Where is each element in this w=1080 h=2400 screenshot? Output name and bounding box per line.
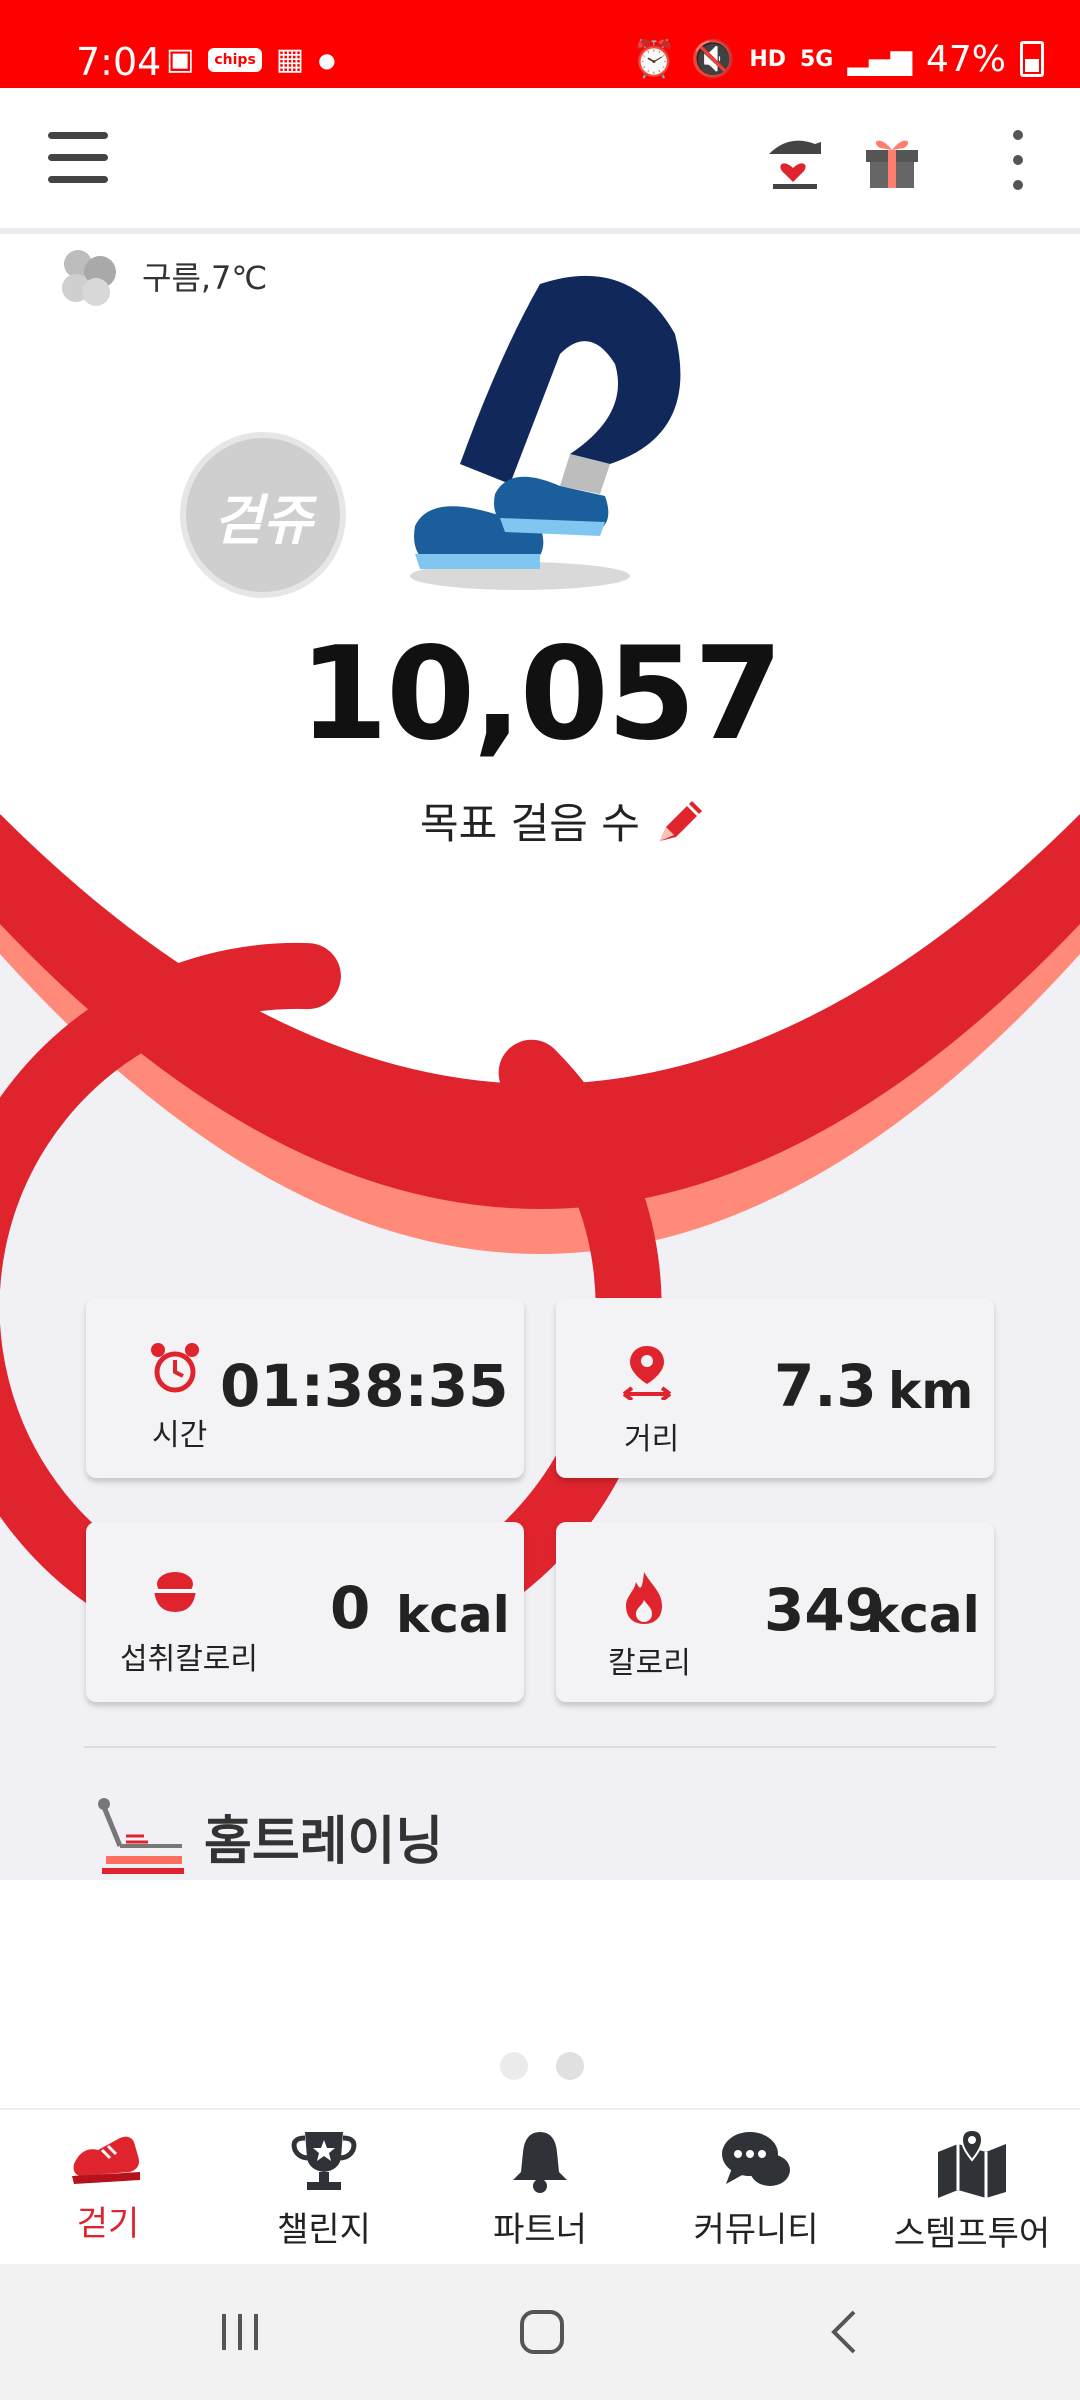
dot-icon: ● [318, 47, 336, 72]
signal-icon: ▂▄▆ [847, 42, 912, 76]
status-bar: 7:04 ▣ chips ▦ ● ⏰ 🔇 HD 5G ▂▄▆ 47% [0, 0, 1080, 88]
map-icon [938, 2128, 1006, 2198]
section-divider [84, 1746, 996, 1748]
burned-calories-card[interactable]: 칼로리 349 kcal [556, 1522, 994, 1702]
bell-icon [513, 2132, 567, 2193]
chat-icon [722, 2132, 790, 2186]
alarm-clock-icon [151, 1343, 199, 1393]
weather-label: 구름,7℃ [142, 259, 268, 297]
intake-calories-label: 섭취칼로리 [120, 1642, 258, 1677]
nav-stamp-tour-label: 스템프투어 [893, 2214, 1051, 2254]
trophy-icon [291, 2132, 357, 2190]
status-time: 7:04 [76, 40, 162, 84]
pencil-icon[interactable] [652, 793, 708, 849]
nav-challenge-label: 챌린지 [277, 2210, 371, 2250]
chips-app-icon: chips [208, 47, 262, 72]
intake-calories-unit: kcal [396, 1586, 510, 1644]
page-dot[interactable] [500, 2052, 528, 2080]
app-logo-badge: 걷쥬 [180, 432, 346, 598]
gallery-icon: ▣ [166, 42, 195, 77]
page-dot-active[interactable] [556, 2052, 584, 2080]
alarm-icon: ⏰ [631, 39, 677, 80]
treadmill-icon [98, 1798, 184, 1874]
burned-calories-unit: kcal [866, 1586, 980, 1644]
page-indicator [500, 2052, 584, 2080]
distance-value: 7.3 [774, 1352, 877, 1420]
battery-icon [1020, 41, 1044, 77]
recent-apps-icon[interactable] [200, 2300, 280, 2364]
distance-card[interactable]: 거리 7.3 km [556, 1298, 994, 1478]
hd-voice-icon: HD [749, 46, 786, 72]
step-count: 10,057 [299, 620, 783, 769]
nav-partner[interactable]: 파트너 [432, 2110, 648, 2266]
time-card[interactable]: 시간 01:38:35 [86, 1298, 524, 1478]
time-label: 시간 [152, 1418, 208, 1453]
goal-steps-label: 목표 걸음 수 [420, 799, 640, 848]
burned-calories-label: 칼로리 [608, 1646, 691, 1681]
nav-challenge[interactable]: 챌린지 [216, 2110, 432, 2266]
gift-icon[interactable] [850, 118, 934, 202]
time-value: 01:38:35 [220, 1352, 509, 1420]
battery-percent: 47% [925, 38, 1006, 80]
goal-steps[interactable]: 목표 걸음 수 [420, 790, 708, 851]
nav-walk[interactable]: 걷기 [0, 2110, 216, 2266]
distance-unit: km [888, 1362, 974, 1420]
intake-calories-card[interactable]: 섭취칼로리 0 kcal [86, 1522, 524, 1702]
bottom-navigation: 걷기 챌린지 파트너 커뮤니티 스템프투어 [0, 2108, 1080, 2266]
home-training-label: 홈트레이닝 [204, 1811, 444, 1872]
menu-icon[interactable] [48, 132, 108, 186]
network-5g-icon: 5G [800, 46, 834, 72]
nav-partner-label: 파트너 [493, 2210, 587, 2250]
donation-heart-icon[interactable] [752, 118, 836, 202]
nav-community-label: 커뮤니티 [693, 2210, 819, 2250]
nav-stamp-tour[interactable]: 스템프투어 [864, 2110, 1080, 2266]
home-training-header[interactable]: 홈트레이닝 [96, 1796, 443, 1876]
nav-walk-label: 걷기 [76, 2204, 140, 2244]
more-options-icon[interactable] [1000, 130, 1036, 190]
intake-calories-value: 0 [330, 1574, 371, 1642]
shoe-icon [72, 2136, 140, 2184]
weather: 구름,7℃ [56, 244, 267, 308]
home-icon[interactable] [502, 2300, 582, 2364]
cloud-icon [62, 250, 116, 306]
walking-legs-illustration [410, 275, 681, 590]
calendar-icon: ▦ [275, 42, 305, 77]
fire-icon [626, 1572, 662, 1624]
location-distance-icon [622, 1346, 672, 1400]
status-system-icons: ⏰ 🔇 HD 5G ▂▄▆ 47% [632, 38, 1044, 80]
back-icon[interactable] [804, 2300, 884, 2364]
status-notification-icons: ▣ chips ▦ ● [166, 42, 336, 77]
mute-icon: 🔇 [690, 39, 736, 80]
distance-label: 거리 [624, 1422, 680, 1457]
nav-community[interactable]: 커뮤니티 [648, 2110, 864, 2266]
rice-bowl-icon [154, 1572, 196, 1612]
